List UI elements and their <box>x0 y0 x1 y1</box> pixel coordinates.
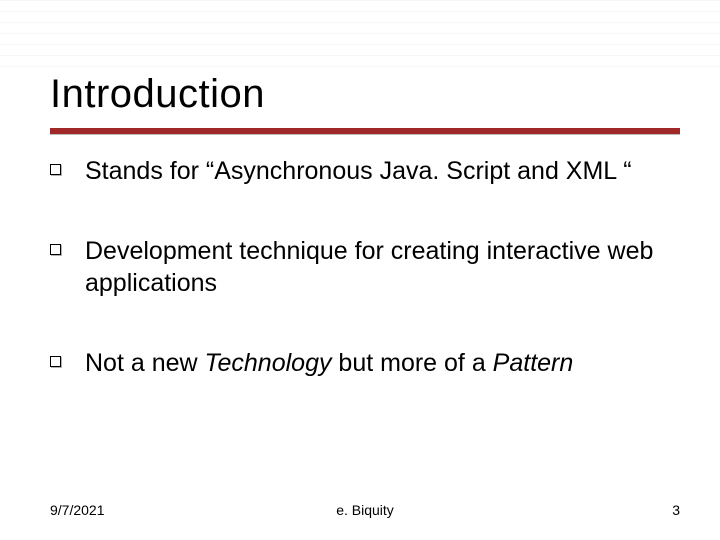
bullet-list: Stands for “Asynchronous Java. Script an… <box>50 155 680 480</box>
slide-title: Introduction <box>50 72 265 117</box>
slide: Introduction Stands for “Asynchronous Ja… <box>0 0 720 540</box>
bullet-text: Not a new Technology but more of a Patte… <box>85 347 573 379</box>
square-bullet-icon <box>50 356 61 367</box>
top-ruling <box>0 0 720 72</box>
square-bullet-icon <box>50 164 61 175</box>
footer-center: e. Biquity <box>50 502 680 518</box>
list-item: Not a new Technology but more of a Patte… <box>50 347 680 379</box>
list-item: Development technique for creating inter… <box>50 235 680 299</box>
footer-date: 9/7/2021 <box>50 502 105 518</box>
footer-page-number: 3 <box>672 502 680 518</box>
footer: 9/7/2021 e. Biquity 3 <box>50 502 680 518</box>
bullet-text: Stands for “Asynchronous Java. Script an… <box>85 155 632 187</box>
title-rule-light <box>50 134 680 135</box>
bullet-text: Development technique for creating inter… <box>85 235 680 299</box>
list-item: Stands for “Asynchronous Java. Script an… <box>50 155 680 187</box>
square-bullet-icon <box>50 244 61 255</box>
